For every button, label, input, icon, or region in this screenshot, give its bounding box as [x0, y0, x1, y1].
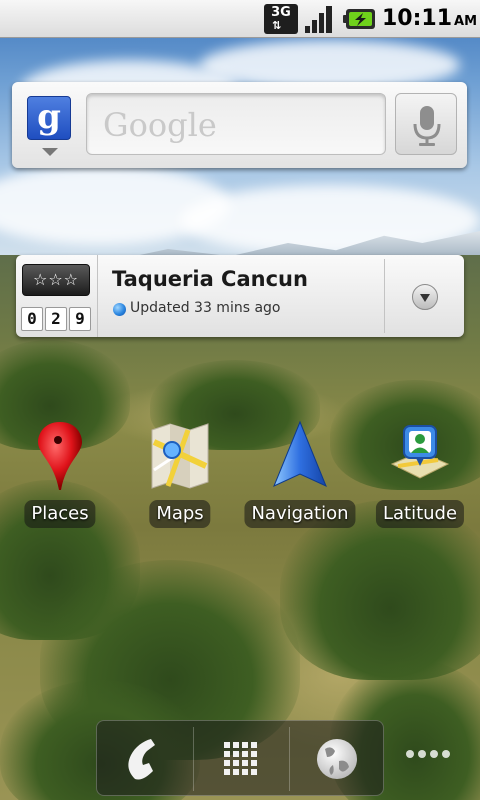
signal-strength-icon [305, 6, 332, 33]
network-type-label: 3G [271, 5, 291, 20]
places-widget[interactable]: ☆☆☆ 0 2 9 Taqueria Cancun Updated 33 min… [16, 255, 464, 337]
app-label: Navigation [244, 500, 356, 528]
clock: 10:11 AM [382, 6, 477, 31]
app-navigation[interactable]: Navigation [240, 420, 360, 530]
status-bar: 3G ⇅ 10:11 AM [0, 0, 480, 38]
app-label: Latitude [375, 500, 465, 528]
rating-stars: ☆☆☆ [22, 264, 90, 296]
latitude-icon [390, 425, 450, 479]
app-label: Maps [149, 500, 211, 528]
phone-icon [128, 739, 155, 780]
search-placeholder: Google [103, 106, 217, 144]
map-pin-icon [38, 422, 82, 490]
browser-button[interactable] [289, 721, 385, 797]
status-dot-icon [113, 303, 126, 316]
place-update-status: Updated 33 mins ago [130, 300, 281, 316]
divider [384, 259, 385, 333]
microphone-icon [413, 106, 441, 146]
counter-digit: 2 [45, 307, 67, 331]
dropdown-circle-icon[interactable] [412, 284, 438, 310]
app-places[interactable]: Places [0, 420, 120, 530]
app-drawer-grid-icon [224, 742, 257, 775]
clock-ampm: AM [454, 14, 478, 29]
phone-button[interactable] [97, 721, 193, 797]
rating-panel: ☆☆☆ 0 2 9 [16, 255, 98, 337]
app-drawer-button[interactable] [193, 721, 289, 797]
google-logo-letter: g [37, 97, 61, 137]
checkin-counter: 0 2 9 [21, 307, 91, 331]
voice-search-button[interactable] [395, 93, 457, 155]
battery-charging-icon [343, 9, 375, 29]
browser-globe-icon [317, 739, 357, 779]
dropdown-arrow-icon[interactable] [42, 148, 58, 156]
place-name: Taqueria Cancun [112, 267, 308, 291]
counter-digit: 9 [69, 307, 91, 331]
search-input[interactable]: Google [86, 93, 386, 155]
navigation-arrow-icon [273, 420, 327, 487]
more-indicator [406, 750, 450, 758]
app-label: Places [24, 500, 96, 528]
clock-time: 10:11 [382, 6, 453, 31]
app-maps[interactable]: Maps [120, 420, 240, 530]
dock [96, 720, 384, 796]
google-search-widget: g Google [12, 82, 467, 168]
maps-icon [151, 423, 209, 489]
counter-digit: 0 [21, 307, 43, 331]
app-latitude[interactable]: Latitude [360, 420, 480, 530]
google-logo-icon[interactable]: g [27, 96, 71, 140]
3g-data-icon: 3G ⇅ [264, 4, 298, 34]
